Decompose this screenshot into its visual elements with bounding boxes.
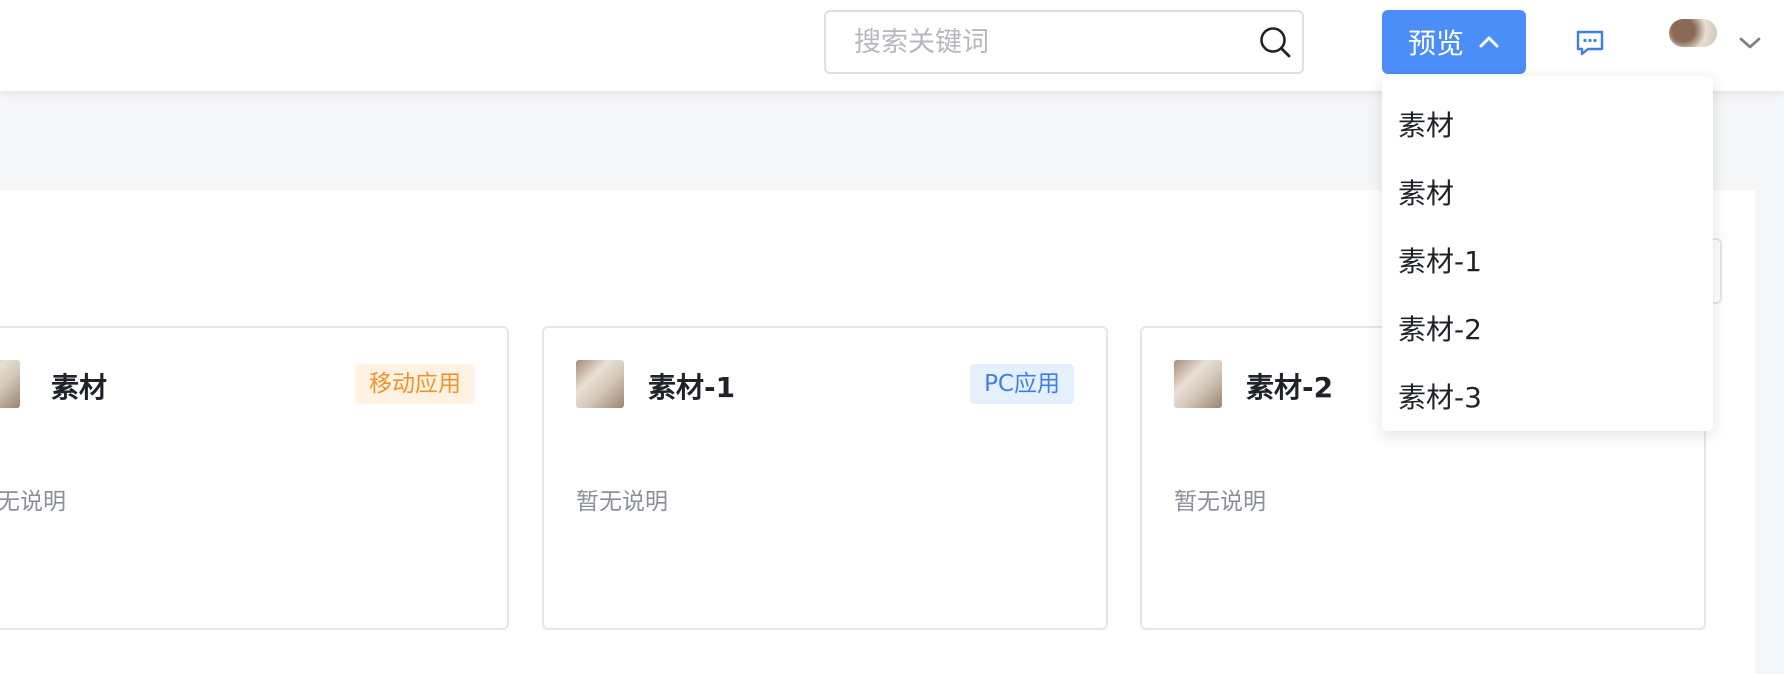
dropdown-item[interactable]: 素材 [1382, 92, 1713, 160]
dropdown-item[interactable]: 素材-3 [1382, 364, 1713, 432]
chevron-up-icon [1479, 36, 1499, 48]
preview-button[interactable]: 预览 [1382, 10, 1526, 74]
preview-button-label: 预览 [1407, 27, 1464, 60]
dropdown-item[interactable]: 素材-1 [1382, 228, 1713, 296]
search-box[interactable] [824, 10, 1304, 74]
avatar[interactable] [1669, 19, 1717, 47]
card-description: 暂无说明 [576, 489, 668, 515]
card-item[interactable]: 素材-1 PC应用 暂无说明 [542, 326, 1108, 630]
chevron-down-icon[interactable] [1738, 36, 1762, 50]
card-tag: PC应用 [970, 364, 1074, 404]
card-description: 暂无说明 [1174, 489, 1266, 515]
card-tag: 移动应用 [355, 364, 475, 404]
scroll-gutter [1755, 190, 1784, 674]
dropdown-item[interactable]: 素材 [1382, 160, 1713, 228]
search-input[interactable] [854, 12, 1234, 72]
card-title: 素材-1 [648, 371, 736, 404]
dropdown-item[interactable]: 素材-2 [1382, 296, 1713, 364]
preview-dropdown-menu: 素材 素材 素材-1 素材-2 素材-3 [1382, 76, 1713, 431]
card-description: 暂无说明 [0, 489, 66, 515]
card-item[interactable]: 素材 移动应用 暂无说明 [0, 326, 509, 630]
card-thumbnail [0, 360, 20, 408]
card-title: 素材 [51, 371, 108, 404]
card-thumbnail [1174, 360, 1222, 408]
search-icon[interactable] [1258, 25, 1292, 59]
card-title: 素材-2 [1246, 371, 1334, 404]
card-thumbnail [576, 360, 624, 408]
message-icon[interactable] [1575, 29, 1605, 57]
